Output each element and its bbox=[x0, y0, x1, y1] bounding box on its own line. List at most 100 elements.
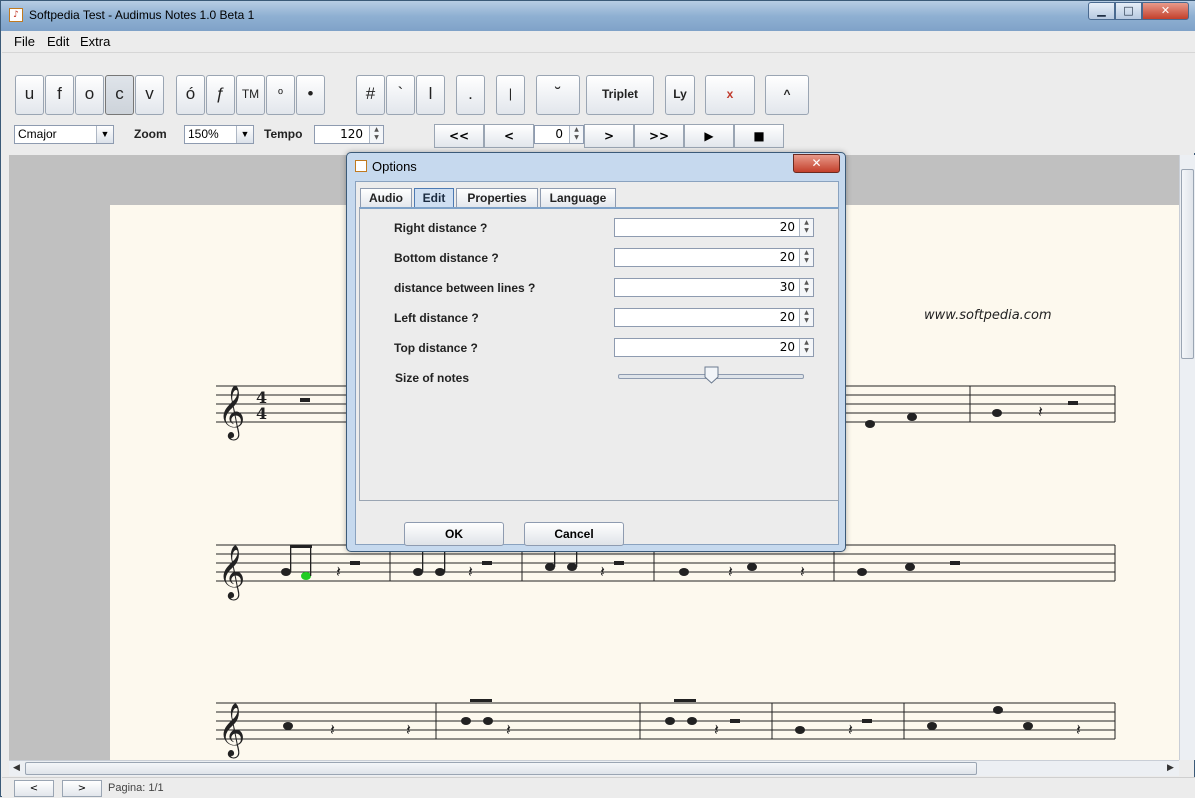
maximize-button[interactable]: □ bbox=[1115, 2, 1142, 20]
svg-text:𝄽: 𝄽 bbox=[468, 562, 473, 581]
measure-value: 0 bbox=[555, 127, 563, 141]
last-button[interactable]: >> bbox=[634, 124, 684, 148]
app-icon bbox=[355, 160, 367, 172]
note-bullet-button[interactable]: • bbox=[296, 75, 325, 115]
minimize-button[interactable]: ▁ bbox=[1088, 2, 1115, 20]
horizontal-scrollbar[interactable]: ◀ ▶ bbox=[9, 760, 1179, 776]
left-distance-label: Left distance ? bbox=[394, 311, 479, 325]
slider-knob[interactable] bbox=[704, 366, 719, 384]
grave-button[interactable]: ` bbox=[386, 75, 415, 115]
stop-button[interactable]: ■ bbox=[734, 124, 784, 148]
svg-text:𝄞: 𝄞 bbox=[218, 702, 245, 758]
tab-audio[interactable]: Audio bbox=[360, 188, 412, 208]
status-next-button[interactable]: > bbox=[62, 780, 102, 797]
scroll-right-icon[interactable]: ▶ bbox=[1167, 763, 1174, 773]
spinner-arrows-icon[interactable]: ▲ ▼ bbox=[799, 339, 813, 356]
svg-text:𝄞: 𝄞 bbox=[218, 544, 245, 600]
line-distance-label: distance between lines ? bbox=[394, 281, 536, 295]
measure-spinner[interactable]: 0 ▲ ▼ bbox=[534, 125, 584, 144]
bar-l-button[interactable]: l bbox=[416, 75, 445, 115]
menu-file[interactable]: File bbox=[14, 34, 35, 49]
zoom-select-value: 150% bbox=[188, 127, 219, 141]
note-tm-button[interactable]: TM bbox=[236, 75, 265, 115]
play-icon: ▶ bbox=[704, 129, 714, 143]
tab-language[interactable]: Language bbox=[540, 188, 616, 208]
svg-text:𝄽: 𝄽 bbox=[330, 720, 335, 739]
edit-tab-panel: Right distance ? 20 ▲ ▼ Bottom distance ? … bbox=[359, 207, 839, 501]
spinner-arrows-icon[interactable]: ▲ ▼ bbox=[799, 219, 813, 236]
vertical-scrollbar[interactable] bbox=[1179, 155, 1195, 760]
dialog-body: Audio Edit Properties Language Right dis… bbox=[355, 181, 839, 546]
horizontal-scroll-thumb[interactable] bbox=[25, 762, 977, 775]
note-o-accent-button[interactable]: ó bbox=[176, 75, 205, 115]
delete-button[interactable]: x bbox=[705, 75, 755, 115]
spinner-arrows-icon[interactable]: ▲ ▼ bbox=[799, 309, 813, 326]
note-o-button[interactable]: o bbox=[75, 75, 104, 115]
barline-button[interactable]: | bbox=[496, 75, 525, 115]
tempo-value: 120 bbox=[340, 127, 363, 141]
triplet-button[interactable]: Triplet bbox=[586, 75, 654, 115]
svg-text:𝄽: 𝄽 bbox=[506, 720, 511, 739]
tab-properties[interactable]: Properties bbox=[456, 188, 538, 208]
line-distance-value: 30 bbox=[779, 280, 795, 294]
play-button[interactable]: ▶ bbox=[684, 124, 734, 148]
tie-button[interactable]: ˘ bbox=[536, 75, 580, 115]
svg-text:𝄽: 𝄽 bbox=[800, 562, 805, 581]
line-distance-spinner[interactable]: 30 ▲ ▼ bbox=[614, 278, 814, 297]
menu-edit[interactable]: Edit bbox=[47, 34, 69, 49]
spinner-arrows-icon[interactable]: ▲ ▼ bbox=[569, 126, 583, 143]
bottom-distance-spinner[interactable]: 20 ▲ ▼ bbox=[614, 248, 814, 267]
app-icon: ♪ bbox=[9, 8, 23, 22]
chevron-down-icon: ▼ bbox=[236, 126, 253, 143]
svg-text:𝄽: 𝄽 bbox=[1038, 402, 1043, 421]
right-distance-label: Right distance ? bbox=[394, 221, 488, 235]
tempo-spinner[interactable]: 120 ▲ ▼ bbox=[314, 125, 384, 144]
ly-button[interactable]: Ly bbox=[665, 75, 695, 115]
svg-text:4: 4 bbox=[256, 404, 267, 423]
zoom-select[interactable]: 150% ▼ bbox=[184, 125, 254, 144]
note-u-button[interactable]: u bbox=[15, 75, 44, 115]
chevron-down-icon: ▼ bbox=[96, 126, 113, 143]
note-ordinal-button[interactable]: º bbox=[266, 75, 295, 115]
tab-edit[interactable]: Edit bbox=[414, 188, 454, 208]
right-distance-spinner[interactable]: 20 ▲ ▼ bbox=[614, 218, 814, 237]
spinner-arrows-icon[interactable]: ▲ ▼ bbox=[799, 249, 813, 266]
title-bar: ♪ Softpedia Test - Audimus Notes 1.0 Bet… bbox=[1, 1, 1195, 31]
window-title: Softpedia Test - Audimus Notes 1.0 Beta … bbox=[29, 8, 255, 22]
menu-extra[interactable]: Extra bbox=[80, 34, 110, 49]
ok-button[interactable]: OK bbox=[404, 522, 504, 546]
sharp-button[interactable]: # bbox=[356, 75, 385, 115]
spinner-arrows-icon[interactable]: ▲ ▼ bbox=[369, 126, 383, 143]
options-dialog: Options ✕ Audio Edit Properties Language… bbox=[346, 152, 846, 552]
zoom-label: Zoom bbox=[134, 127, 167, 141]
cancel-button[interactable]: Cancel bbox=[524, 522, 624, 546]
tempo-label: Tempo bbox=[264, 127, 303, 141]
note-size-label: Size of notes bbox=[395, 371, 470, 385]
status-prev-button[interactable]: < bbox=[14, 780, 54, 797]
right-distance-value: 20 bbox=[779, 220, 795, 234]
top-distance-spinner[interactable]: 20 ▲ ▼ bbox=[614, 338, 814, 357]
svg-text:𝄽: 𝄽 bbox=[714, 720, 719, 739]
note-v-button[interactable]: v bbox=[135, 75, 164, 115]
caret-button[interactable]: ^ bbox=[765, 75, 809, 115]
dialog-close-button[interactable]: ✕ bbox=[793, 154, 840, 173]
next-button[interactable]: > bbox=[584, 124, 634, 148]
prev-button[interactable]: < bbox=[484, 124, 534, 148]
vertical-scroll-thumb[interactable] bbox=[1181, 169, 1194, 359]
dot-button[interactable]: . bbox=[456, 75, 485, 115]
key-select-value: Cmajor bbox=[18, 127, 57, 141]
left-distance-spinner[interactable]: 20 ▲ ▼ bbox=[614, 308, 814, 327]
close-button[interactable]: ✕ bbox=[1142, 2, 1189, 20]
note-f-button[interactable]: f bbox=[45, 75, 74, 115]
note-f-hook-button[interactable]: ƒ bbox=[206, 75, 235, 115]
scroll-left-icon[interactable]: ◀ bbox=[13, 763, 20, 773]
status-bar: < > Pagina: 1/1 bbox=[2, 777, 1195, 798]
spinner-arrows-icon[interactable]: ▲ ▼ bbox=[799, 279, 813, 296]
key-select[interactable]: Cmajor ▼ bbox=[14, 125, 114, 144]
note-c-button[interactable]: c bbox=[105, 75, 134, 115]
left-distance-value: 20 bbox=[779, 310, 795, 324]
first-button[interactable]: << bbox=[434, 124, 484, 148]
treble-clef-icon: 𝄞 bbox=[218, 384, 245, 440]
dialog-title: Options bbox=[372, 159, 417, 174]
svg-text:𝄽: 𝄽 bbox=[848, 720, 853, 739]
